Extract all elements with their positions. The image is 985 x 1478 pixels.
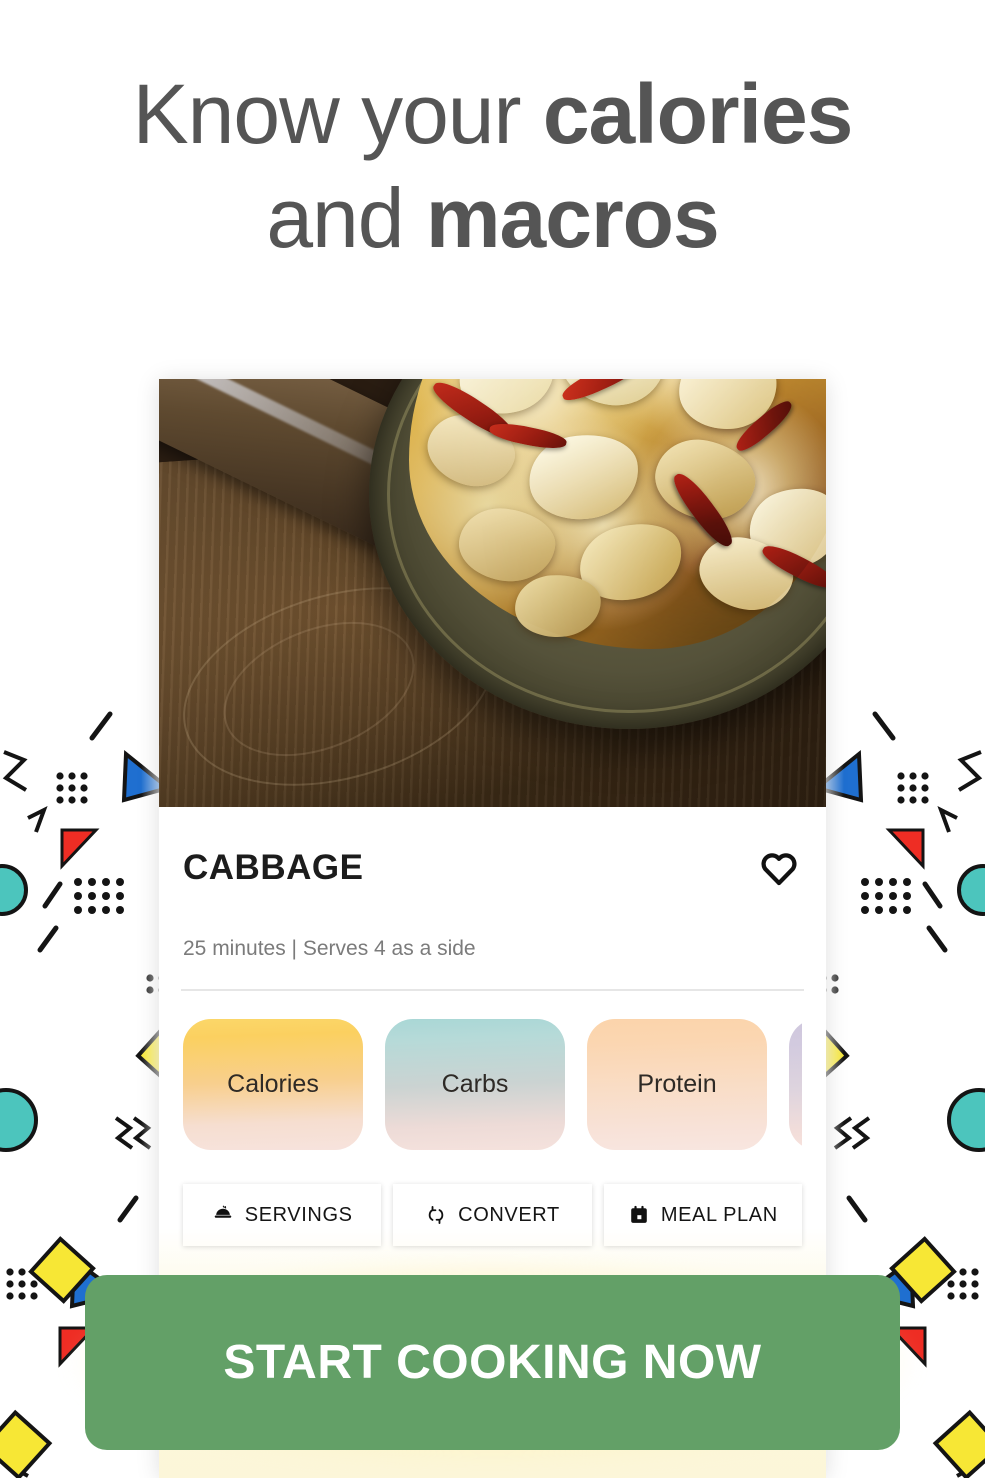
blue-triangle: [70, 962, 118, 1008]
yellow-diamond: [0, 1409, 53, 1478]
teal-circle: [957, 864, 985, 916]
teal-circle: [0, 1088, 38, 1152]
macro-chip-calories[interactable]: Calories: [183, 1019, 363, 1150]
servings-button-label: SERVINGS: [244, 1203, 353, 1226]
meal-plan-button-label: MEAL PLAN: [660, 1203, 778, 1226]
teal-circle: [0, 864, 28, 916]
recipe-title: CABBAGE: [183, 848, 364, 887]
macro-chip-label: Protein: [637, 1070, 717, 1098]
meal-plan-button[interactable]: MEAL PLAN: [603, 1184, 802, 1246]
heart-outline-icon: [759, 850, 799, 886]
headline-line-2: and macros: [0, 166, 985, 270]
recipe-title-row: CABBAGE: [183, 807, 802, 891]
headline-line-1-bold: calories: [542, 67, 854, 161]
macro-chip-scroller[interactable]: Calories Carbs Protein Fat: [183, 991, 802, 1176]
convert-button-label: CONVERT: [458, 1203, 560, 1226]
recipe-meta: 25 minutes | Serves 4 as a side: [183, 937, 476, 960]
calendar-icon: [628, 1204, 650, 1226]
dot-grid: [861, 878, 911, 914]
red-triangle: [885, 828, 925, 870]
dot-grid: [897, 772, 929, 804]
start-cooking-now-button[interactable]: START COOKING NOW: [85, 1275, 900, 1450]
page-headline: Know your calories and macros: [0, 62, 985, 270]
teal-circle: [947, 1088, 985, 1152]
headline-line-2-regular: and: [266, 171, 426, 266]
macro-chip-label: Carbs: [441, 1070, 509, 1098]
yellow-diamond: [932, 1409, 985, 1478]
macro-chip-label: Calories: [227, 1070, 319, 1098]
dot-grid: [56, 772, 88, 804]
favorite-button[interactable]: [756, 845, 802, 891]
convert-button[interactable]: CONVERT: [393, 1184, 592, 1246]
recipe-actions-row: SERVINGS CONVERT MEAL PLAN: [183, 1176, 802, 1246]
macro-chip-fat[interactable]: Fat: [789, 1019, 802, 1150]
macro-chip-carbs[interactable]: Carbs: [385, 1019, 565, 1150]
headline-line-1: Know your calories: [0, 62, 985, 166]
recipe-hero-image: [159, 379, 826, 807]
servings-button[interactable]: SERVINGS: [183, 1184, 382, 1246]
macro-chip-protein[interactable]: Protein: [587, 1019, 767, 1150]
headline-line-1-regular: Know your: [132, 67, 543, 161]
dot-grid: [74, 878, 124, 914]
serving-dome-icon: [212, 1204, 234, 1226]
red-triangle: [60, 828, 100, 870]
headline-line-2-bold: macros: [425, 171, 720, 266]
convert-refresh-icon: [425, 1204, 447, 1226]
recipe-card-body: CABBAGE 25 minutes | Serves 4 as a side …: [159, 807, 826, 1246]
